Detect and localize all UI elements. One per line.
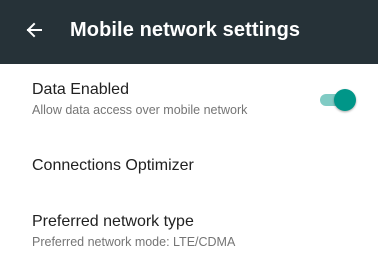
data-enabled-toggle[interactable]	[318, 88, 358, 112]
setting-subtitle: Preferred network mode: LTE/CDMA	[32, 235, 236, 249]
setting-subtitle: Allow data access over mobile network	[32, 103, 248, 117]
toggle-thumb	[334, 89, 356, 111]
setting-title: Connections Optimizer	[32, 157, 194, 174]
back-button[interactable]	[22, 20, 46, 44]
setting-connections-optimizer[interactable]: Connections Optimizer	[0, 140, 378, 192]
app-bar: Mobile network settings	[0, 0, 378, 64]
setting-title: Preferred network type	[32, 213, 194, 230]
setting-title: Data Enabled	[32, 81, 129, 98]
arrow-left-icon	[25, 21, 43, 44]
page-title: Mobile network settings	[70, 19, 301, 41]
setting-preferred-network-type[interactable]: Preferred network type Preferred network…	[0, 196, 378, 272]
